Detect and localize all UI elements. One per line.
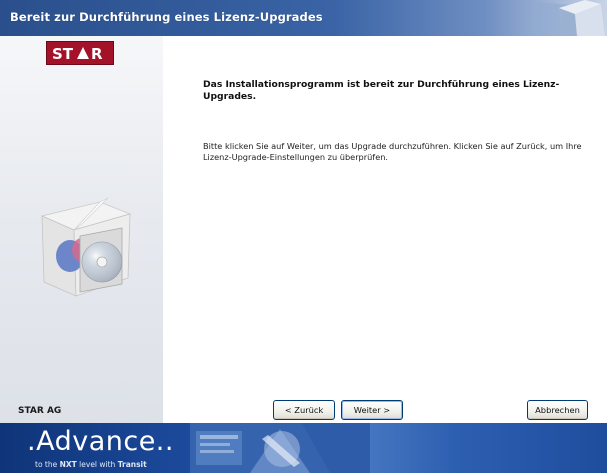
banner-decoration-icon [190, 423, 370, 473]
instructions-text: Bitte klicken Sie auf Weiter, um das Upg… [203, 141, 582, 162]
tagline-mid: level with [76, 460, 118, 469]
advance-banner: .Advance.. to the NXT level with Transit [0, 423, 607, 473]
svg-text:ST: ST [52, 45, 74, 61]
cancel-button[interactable]: Abbrechen [527, 400, 588, 420]
brand-name: .Advance.. [27, 426, 174, 457]
sidebar: ST R STAR AG [0, 36, 163, 423]
product-box-cd-icon [40, 197, 132, 297]
window-title: Bereit zur Durchführung eines Lizenz-Upg… [10, 10, 323, 24]
star-logo-mark-icon: ST R [52, 45, 103, 61]
page-heading: Das Installationsprogramm ist bereit zur… [203, 79, 560, 102]
company-name: STAR AG [18, 406, 62, 416]
brand-tagline: to the NXT level with Transit [35, 460, 147, 469]
star-logo: ST R [46, 41, 114, 65]
content-panel: Das Installationsprogramm ist bereit zur… [163, 36, 607, 423]
back-button[interactable]: < Zurück [273, 400, 335, 420]
tagline-prefix: to the [35, 460, 60, 469]
svg-text:R: R [91, 45, 103, 61]
tagline-transit: Transit [117, 460, 147, 469]
title-bar: Bereit zur Durchführung eines Lizenz-Upg… [0, 0, 607, 36]
tagline-nxt: NXT [59, 460, 77, 469]
next-button[interactable]: Weiter > [341, 400, 403, 420]
software-box-icon [537, 0, 605, 36]
